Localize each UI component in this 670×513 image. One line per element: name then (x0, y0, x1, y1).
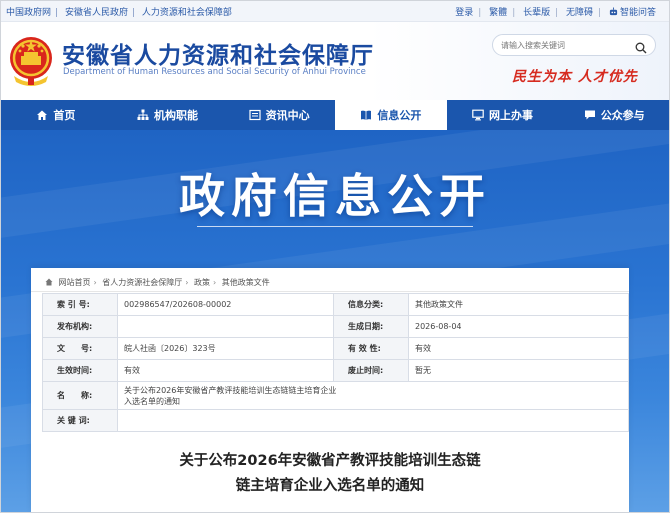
nav-public-participation[interactable]: 公众参与 (558, 100, 670, 130)
top-utility-bar: 中国政府网 | 安徽省人民政府 | 人力资源和社会保障部 登录 | 繁體 | 长辈版 | … (0, 0, 670, 22)
site-subtitle-en: Department of Human Resources and Social… (63, 67, 366, 77)
table-row: 生效时间: 有效 废止时间: 暂无 (42, 359, 629, 382)
table-row: 索 引 号: 002986547/202608-00002 信息分类: 其他政策… (42, 293, 629, 316)
news-icon (249, 109, 261, 121)
link-anhui-gov[interactable]: 安徽省人民政府 (65, 8, 128, 18)
link-gov-cn[interactable]: 中国政府网 (6, 8, 51, 18)
nav-organization[interactable]: 机构职能 (112, 100, 224, 130)
login-link[interactable]: 登录 (455, 8, 473, 18)
monitor-icon (472, 109, 484, 121)
meta-value: 有效 (117, 359, 334, 382)
meta-label: 生效时间: (42, 359, 118, 382)
document-title-line: 链主培育企业入选名单的通知 (235, 478, 425, 494)
main-nav: 首页 机构职能 资讯中心 信息公开 网上办事 公众参与 (0, 100, 670, 130)
home-icon (36, 109, 48, 121)
meta-label: 发布机构: (42, 315, 118, 338)
slogan: 民生为本 人才优先 (512, 69, 638, 85)
meta-value: 有效 (408, 337, 629, 360)
link-mohrss[interactable]: 人力资源和社会保障部 (142, 8, 232, 18)
robot-icon (609, 7, 618, 16)
smart-qa-link[interactable]: 智能问答 (620, 8, 656, 18)
accessibility-link[interactable]: 无障碍 (566, 8, 593, 18)
breadcrumb-department[interactable]: 省人力资源社会保障厅 (102, 278, 182, 287)
meta-label: 索 引 号: (42, 293, 118, 316)
site-header: 安徽省人力资源和社会保障厅 Department of Human Resour… (0, 22, 670, 100)
meta-value: 皖人社函〔2026〕323号 (117, 337, 334, 360)
meta-label: 废止时间: (333, 359, 409, 382)
search-icon[interactable] (635, 39, 647, 54)
meta-value: 暂无 (408, 359, 629, 382)
meta-value (117, 409, 629, 432)
document-meta-table: 索 引 号: 002986547/202608-00002 信息分类: 其他政策… (42, 293, 629, 432)
utility-links: 登录 | 繁體 | 长辈版 | 无障碍 | 智能问答 (455, 7, 656, 18)
meta-value: 2026-08-04 (408, 315, 629, 338)
table-row: 关 键 词: (42, 409, 629, 432)
table-row: 文 号: 皖人社函〔2026〕323号 有 效 性: 有效 (42, 337, 629, 360)
traditional-chinese-link[interactable]: 繁體 (489, 8, 507, 18)
meta-label: 文 号: (42, 337, 118, 360)
nav-info-disclosure-label: 信息公开 (377, 109, 422, 122)
banner-title: 政府信息公开 (179, 169, 491, 223)
meta-label: 生成日期: (333, 315, 409, 338)
nav-online-service-label: 网上办事 (489, 109, 534, 122)
banner-underline (197, 226, 473, 227)
nav-news-label: 资讯中心 (265, 109, 310, 122)
breadcrumb-other-policy[interactable]: 其他政策文件 (222, 278, 270, 287)
table-row: 名 称: 关于公布2026年安徽省产教评技能培训生态链链主培育企业入选名单的通知 (42, 381, 629, 410)
meta-label: 关 键 词: (42, 409, 118, 432)
meta-value-name: 关于公布2026年安徽省产教评技能培训生态链链主培育企业入选名单的通知 (117, 381, 629, 410)
nav-home-label: 首页 (53, 109, 76, 122)
search-input[interactable] (501, 39, 631, 52)
nav-public-participation-label: 公众参与 (600, 109, 645, 122)
document-title: 关于公布2026年安徽省产教评技能培训生态链 链主培育企业入选名单的通知 (31, 449, 629, 499)
chat-icon (584, 109, 596, 121)
nav-online-service[interactable]: 网上办事 (447, 100, 559, 130)
location-icon (45, 278, 53, 286)
breadcrumb-home[interactable]: 网站首页 (59, 278, 91, 287)
meta-label: 信息分类: (333, 293, 409, 316)
breadcrumb-policy[interactable]: 政策 (194, 278, 210, 287)
external-links: 中国政府网 | 安徽省人民政府 | 人力资源和社会保障部 (6, 8, 232, 18)
meta-label: 有 效 性: (333, 337, 409, 360)
book-icon (360, 109, 372, 121)
nav-home[interactable]: 首页 (0, 100, 112, 130)
table-row: 发布机构: 生成日期: 2026-08-04 (42, 315, 629, 338)
national-emblem-icon (8, 32, 54, 88)
breadcrumb: 网站首页 › 省人力资源社会保障厅 › 政策 › 其他政策文件 (45, 277, 270, 288)
elder-mode-link[interactable]: 长辈版 (523, 8, 550, 18)
nav-news[interactable]: 资讯中心 (223, 100, 335, 130)
nav-info-disclosure[interactable]: 信息公开 (335, 100, 447, 130)
site-title[interactable]: 安徽省人力资源和社会保障厅 (62, 36, 374, 70)
nav-organization-label: 机构职能 (154, 109, 198, 122)
document-title-line: 关于公布2026年安徽省产教评技能培训生态链 (179, 453, 481, 469)
meta-value (117, 315, 334, 338)
meta-value: 其他政策文件 (408, 293, 629, 316)
meta-value: 002986547/202608-00002 (117, 293, 334, 316)
divider (31, 291, 629, 292)
search-box (492, 34, 656, 56)
org-chart-icon (137, 109, 149, 121)
meta-label: 名 称: (42, 381, 118, 410)
